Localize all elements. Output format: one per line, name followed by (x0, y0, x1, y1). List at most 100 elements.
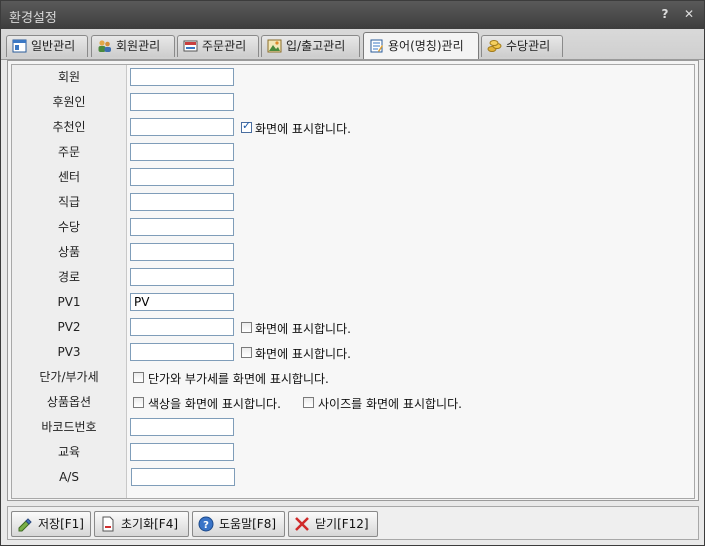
row-pv1: PV1 (12, 290, 694, 316)
button-label: 닫기[F12] (315, 517, 369, 531)
close-button[interactable]: 닫기[F12] (288, 511, 378, 537)
term-pv1-input[interactable] (130, 293, 234, 311)
tab-allowance[interactable]: 수당관리 (481, 35, 563, 57)
row-rank: 직급 (12, 190, 694, 216)
row-label: A/S (12, 465, 127, 490)
title-bar[interactable]: 환경설정 ? ✕ (1, 1, 704, 29)
term-member-input[interactable] (130, 68, 234, 86)
row-label: 주문 (12, 140, 127, 165)
term-allowance-input[interactable] (130, 218, 234, 236)
checkbox-label: 색상을 화면에 표시합니다. (148, 397, 281, 411)
reset-button[interactable]: 초기화[F4] (94, 511, 189, 537)
tab-general[interactable]: 일반관리 (6, 35, 88, 57)
term-center-input[interactable] (130, 168, 234, 186)
term-sponsor-input[interactable] (130, 93, 234, 111)
help-icon: ? (198, 516, 214, 532)
row-route: 경로 (12, 265, 694, 291)
term-barcode-input[interactable] (130, 418, 234, 436)
terms-grid: 회원 후원인 추천인 화면에 표시합니다. 주 (11, 64, 695, 499)
row-label: 직급 (12, 190, 127, 215)
tab-orders[interactable]: 주문관리 (177, 35, 259, 57)
term-recommender-input[interactable] (130, 118, 234, 136)
document-icon (102, 516, 114, 532)
tab-members[interactable]: 회원관리 (91, 35, 175, 57)
coins-icon (487, 40, 502, 52)
window-title: 환경설정 (9, 11, 57, 26)
pv3-display-checkbox[interactable] (241, 347, 252, 358)
term-pv3-input[interactable] (130, 343, 234, 361)
tab-label: 일반관리 (31, 39, 76, 53)
checkbox-label: 화면에 표시합니다. (255, 122, 351, 136)
row-value-cell (127, 140, 694, 165)
row-value-cell (127, 165, 694, 190)
picture-icon (267, 39, 282, 53)
tab-label: 용어(명칭)관리 (388, 39, 464, 53)
users-icon (98, 40, 111, 52)
row-product: 상품 (12, 240, 694, 266)
save-icon (18, 518, 32, 532)
button-label: 저장[F1] (38, 517, 84, 531)
notebook-icon (370, 39, 383, 53)
tab-strip: 일반관리 회원관리 주문관리 입/출고관리 용어(명칭)관리 수당관리 (1, 29, 704, 60)
row-value-cell: 화면에 표시합니다. (127, 115, 694, 140)
term-pv2-input[interactable] (130, 318, 234, 336)
row-label: 수당 (12, 215, 127, 240)
row-label: 경로 (12, 265, 127, 290)
row-label: PV2 (12, 315, 127, 340)
row-value-cell (127, 240, 694, 265)
term-as-input[interactable] (131, 468, 235, 486)
order-icon (183, 40, 198, 52)
button-bar: 저장[F1] 초기화[F4] ? 도움말[F8] 닫기[F12] (7, 506, 699, 540)
row-education: 교육 (12, 440, 694, 466)
row-value-cell (127, 65, 694, 90)
row-value-cell (127, 265, 694, 290)
row-allowance: 수당 (12, 215, 694, 241)
row-member: 회원 (12, 65, 694, 91)
row-label: 후원인 (12, 90, 127, 115)
pv2-display-checkbox[interactable] (241, 322, 252, 333)
row-price-vat: 단가/부가세 단가와 부가세를 화면에 표시합니다. (12, 365, 694, 391)
checkbox-label: 화면에 표시합니다. (255, 322, 351, 336)
save-button[interactable]: 저장[F1] (11, 511, 91, 537)
row-label: 회원 (12, 65, 127, 90)
size-display-checkbox[interactable] (303, 397, 314, 408)
checkbox-label: 화면에 표시합니다. (255, 347, 351, 361)
terms-panel: 회원 후원인 추천인 화면에 표시합니다. 주 (7, 60, 699, 501)
row-value-cell (127, 190, 694, 215)
settings-window: 환경설정 ? ✕ 일반관리 회원관리 주문관리 입/출고관리 용어(명칭)관리 … (0, 0, 705, 546)
tab-label: 주문관리 (202, 39, 247, 53)
row-label: 바코드번호 (12, 415, 127, 440)
tab-terms[interactable]: 용어(명칭)관리 (363, 32, 479, 59)
close-title-button[interactable]: ✕ (681, 6, 697, 22)
row-label: 센터 (12, 165, 127, 190)
row-value-cell (127, 415, 694, 440)
row-label: PV1 (12, 290, 127, 315)
row-label: 상품옵션 (12, 390, 127, 415)
price-vat-display-checkbox[interactable] (133, 372, 144, 383)
checkbox-label: 사이즈를 화면에 표시합니다. (318, 397, 462, 411)
term-rank-input[interactable] (130, 193, 234, 211)
row-label-empty (12, 490, 127, 498)
row-value-cell (127, 440, 694, 465)
help-button[interactable]: ? 도움말[F8] (192, 511, 285, 537)
row-barcode: 바코드번호 (12, 415, 694, 441)
term-order-input[interactable] (130, 143, 234, 161)
row-value-cell (127, 90, 694, 115)
row-order: 주문 (12, 140, 694, 166)
svg-text:?: ? (203, 520, 209, 531)
row-recommender: 추천인 화면에 표시합니다. (12, 115, 694, 141)
row-sponsor: 후원인 (12, 90, 694, 116)
button-label: 초기화[F4] (121, 517, 179, 531)
tab-label: 회원관리 (116, 39, 161, 53)
row-as: A/S (12, 465, 694, 491)
row-value-cell: 화면에 표시합니다. (127, 340, 694, 365)
term-route-input[interactable] (130, 268, 234, 286)
row-center: 센터 (12, 165, 694, 191)
help-title-button[interactable]: ? (657, 6, 673, 22)
color-display-checkbox[interactable] (133, 397, 144, 408)
tab-inventory[interactable]: 입/출고관리 (261, 35, 360, 57)
recommender-display-checkbox[interactable] (241, 119, 252, 133)
term-product-input[interactable] (130, 243, 234, 261)
term-education-input[interactable] (130, 443, 234, 461)
row-pv3: PV3 화면에 표시합니다. (12, 340, 694, 366)
